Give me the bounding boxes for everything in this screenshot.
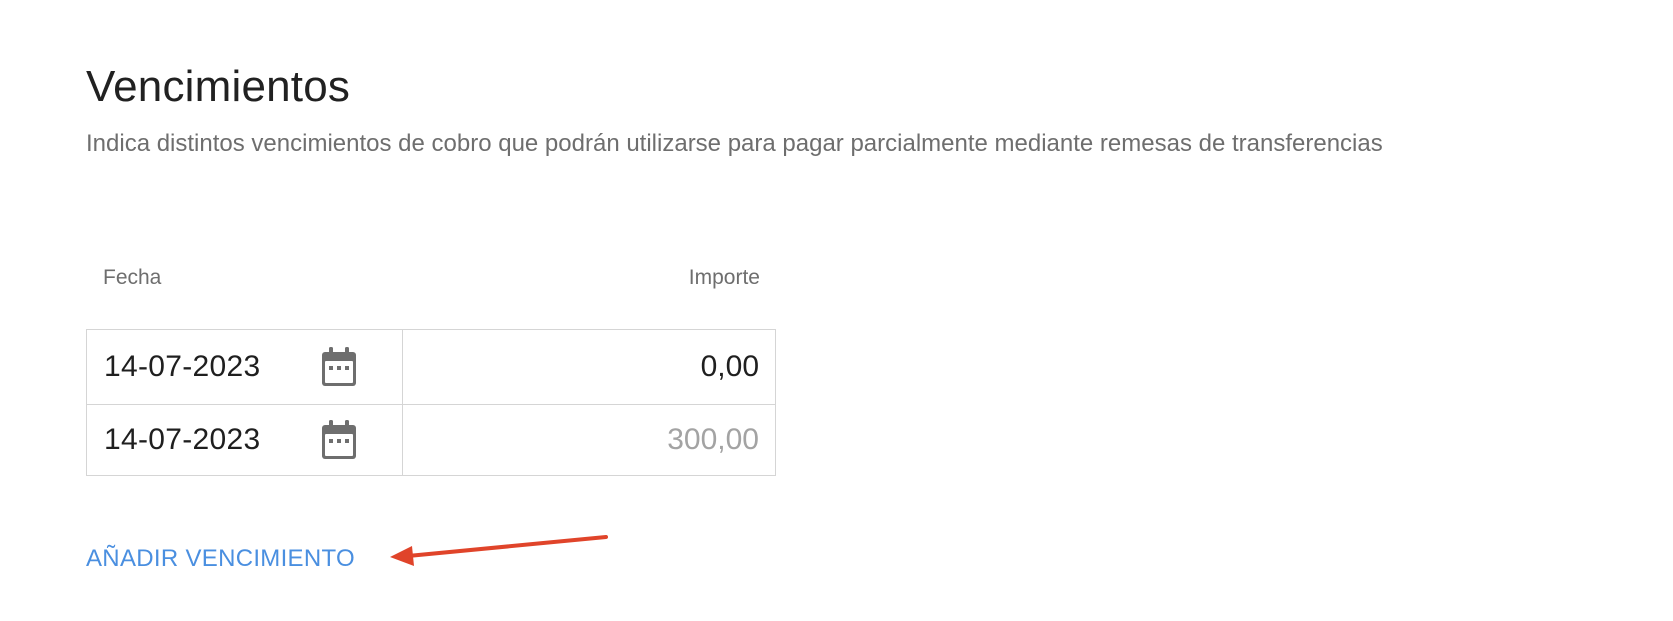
amount-input[interactable] [499,350,759,384]
add-due-date-button[interactable]: AÑADIR VENCIMIENTO [86,545,355,573]
due-dates-table: 14-07-2023 14- [86,329,776,476]
calendar-icon[interactable] [320,420,358,460]
table-row: 14-07-2023 [87,405,775,475]
amount-cell [403,405,775,475]
date-cell: 14-07-2023 [87,405,403,475]
date-cell: 14-07-2023 [87,330,403,404]
page: Vencimientos Indica distintos vencimient… [0,0,1673,621]
column-header-date: Fecha [103,266,162,289]
amount-cell [403,330,775,404]
table-row: 14-07-2023 [87,330,775,405]
page-description: Indica distintos vencimientos de cobro q… [86,130,1383,157]
column-header-amount: Importe [688,266,760,289]
date-field[interactable]: 14-07-2023 [104,350,260,384]
calendar-icon[interactable] [320,347,358,387]
amount-input[interactable] [499,423,759,457]
page-title: Vencimientos [86,62,351,111]
date-field[interactable]: 14-07-2023 [104,423,260,457]
